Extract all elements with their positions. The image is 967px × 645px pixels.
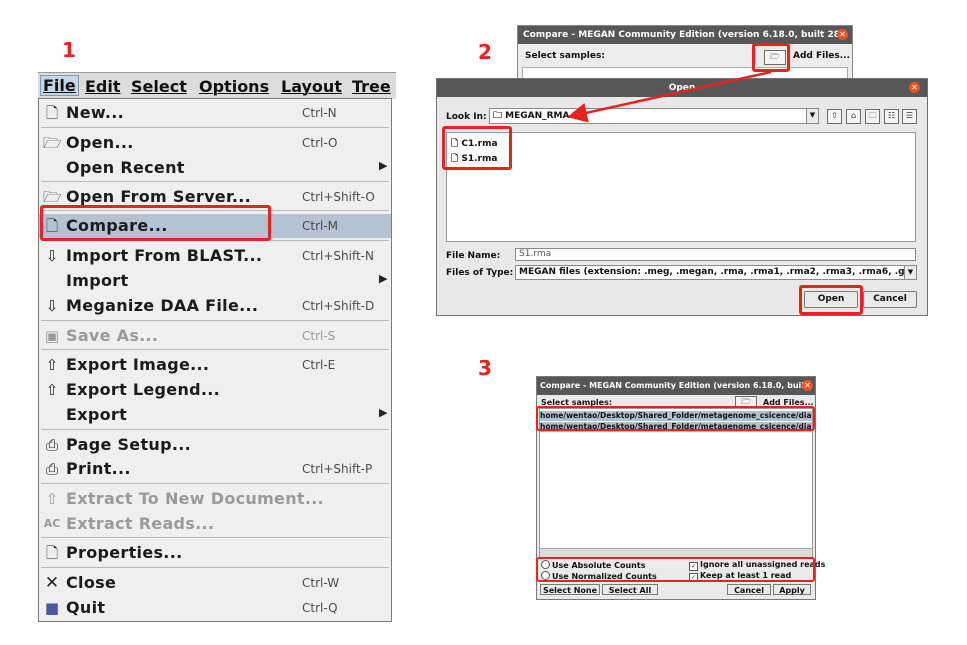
samples-highlight-box (536, 406, 815, 431)
horizontal-scrollbar[interactable] (540, 548, 812, 557)
cancel-button[interactable]: Cancel (727, 584, 771, 595)
window-title: Compare - MEGAN Community Edition (versi… (537, 377, 815, 408)
options-highlight-box (536, 557, 815, 582)
close-icon[interactable]: ✕ (802, 380, 813, 391)
red-arrow (567, 70, 772, 123)
select-none-button[interactable]: Select None (540, 584, 600, 595)
select-all-button[interactable]: Select All (602, 584, 658, 595)
apply-button[interactable]: Apply (773, 584, 811, 595)
